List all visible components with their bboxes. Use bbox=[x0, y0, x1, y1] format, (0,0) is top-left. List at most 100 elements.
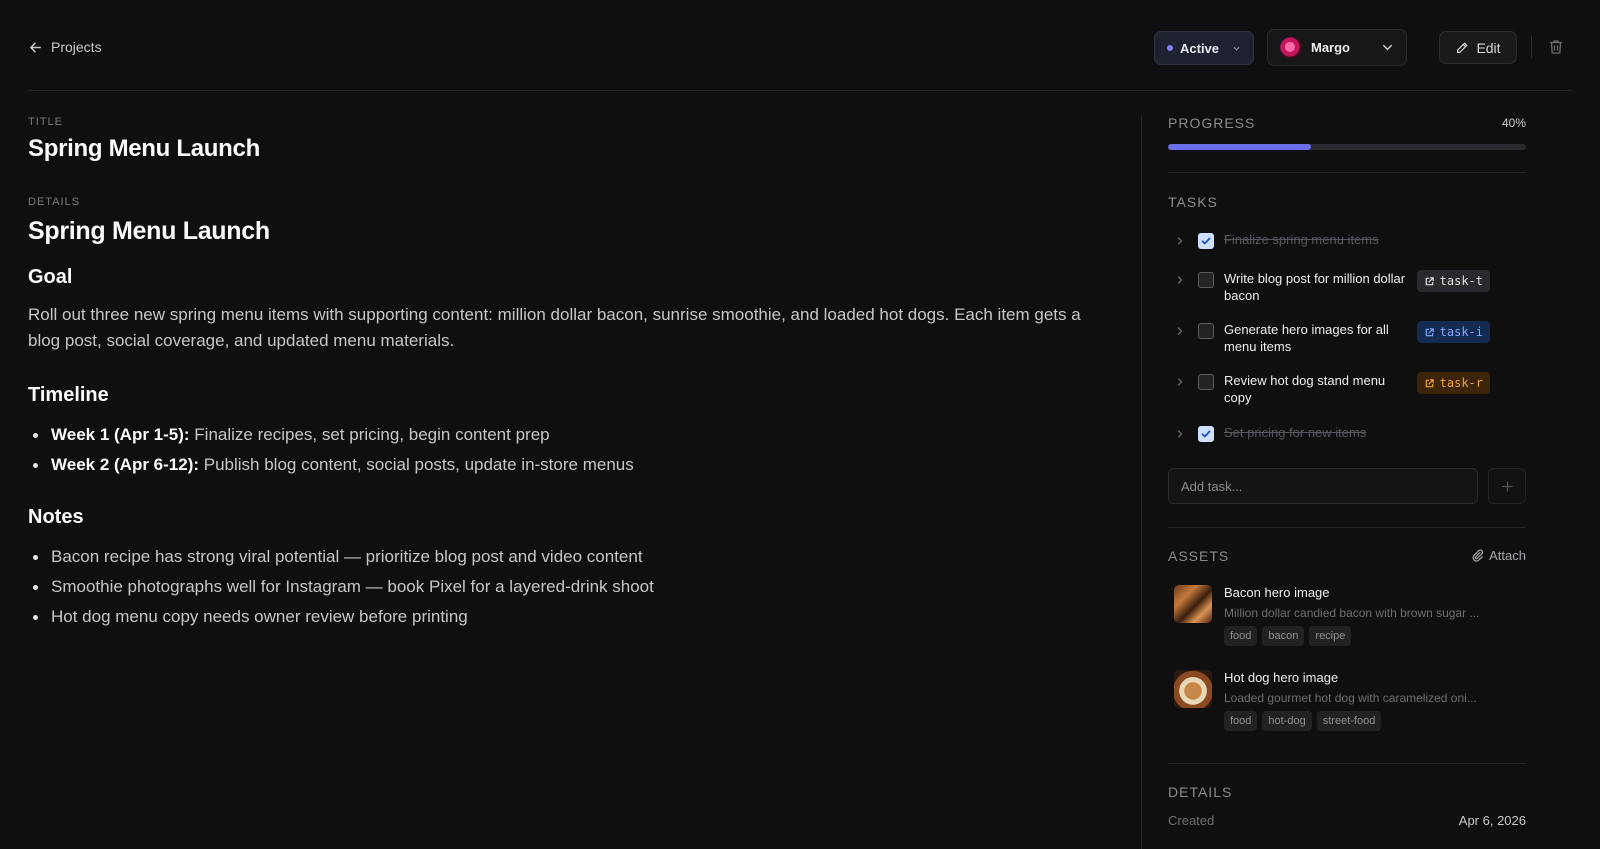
assignee-dropdown[interactable]: Margo bbox=[1267, 29, 1407, 66]
assets-label: ASSETS bbox=[1168, 548, 1230, 564]
asset-tag: food bbox=[1224, 711, 1258, 731]
section-divider bbox=[1168, 763, 1526, 764]
task-title[interactable]: Generate hero images for all menu items bbox=[1224, 321, 1412, 355]
status-dropdown[interactable]: Active bbox=[1154, 31, 1254, 65]
avatar bbox=[1280, 36, 1302, 59]
task-checkbox[interactable] bbox=[1198, 272, 1214, 288]
check-icon bbox=[1201, 430, 1211, 438]
asset-name: Bacon hero image bbox=[1224, 585, 1330, 600]
created-value: Apr 6, 2026 bbox=[1458, 813, 1526, 828]
task-checkbox[interactable] bbox=[1198, 233, 1214, 249]
task-tag-label: task-i bbox=[1439, 325, 1483, 339]
asset-item[interactable]: Hot dog hero image Loaded gourmet hot do… bbox=[1174, 670, 1526, 731]
notes-list: Bacon recipe has strong viral potential … bbox=[28, 542, 1108, 632]
goal-text: Roll out three new spring menu items wit… bbox=[28, 305, 1081, 350]
task-row: Review hot dog stand menu copy task-r bbox=[1168, 372, 1526, 406]
asset-tag: bacon bbox=[1262, 626, 1305, 646]
attach-label: Attach bbox=[1489, 548, 1526, 563]
task-row: Generate hero images for all menu items … bbox=[1168, 321, 1526, 355]
section-divider bbox=[1168, 172, 1526, 173]
chevron-down-icon bbox=[1383, 44, 1392, 51]
back-to-projects-link[interactable]: Projects bbox=[28, 36, 102, 58]
task-link-tag[interactable]: task-i bbox=[1416, 321, 1490, 343]
assignee-name: Margo bbox=[1311, 40, 1350, 55]
list-item: Smoothie photographs well for Instagram … bbox=[28, 572, 1108, 602]
task-title[interactable]: Write blog post for million dollar bacon bbox=[1224, 270, 1412, 304]
list-item: Hot dog menu copy needs owner review bef… bbox=[28, 602, 1108, 632]
timeline-week-label: Week 1 (Apr 1-5): bbox=[51, 425, 190, 444]
asset-thumbnail bbox=[1174, 670, 1212, 708]
external-link-icon bbox=[1425, 378, 1434, 387]
task-title[interactable]: Review hot dog stand menu copy bbox=[1224, 372, 1412, 406]
task-checkbox[interactable] bbox=[1198, 374, 1214, 390]
add-task-input[interactable] bbox=[1168, 468, 1478, 504]
attach-button[interactable]: Attach bbox=[1471, 548, 1526, 563]
task-tag-label: task-t bbox=[1439, 274, 1483, 288]
status-dot bbox=[1167, 45, 1173, 51]
timeline-list: Week 1 (Apr 1-5): Finalize recipes, set … bbox=[28, 420, 1108, 480]
chevron-right-icon[interactable] bbox=[1174, 235, 1186, 247]
plus-icon bbox=[1501, 480, 1513, 492]
chevron-right-icon[interactable] bbox=[1174, 325, 1186, 337]
external-link-icon bbox=[1425, 327, 1434, 336]
task-checkbox[interactable] bbox=[1198, 323, 1214, 339]
edit-button-label: Edit bbox=[1476, 39, 1501, 56]
task-title[interactable]: Set pricing for new items bbox=[1224, 424, 1412, 441]
asset-description: Million dollar candied bacon with brown … bbox=[1224, 606, 1480, 620]
edit-button[interactable]: Edit bbox=[1439, 31, 1517, 64]
task-tag-label: task-r bbox=[1439, 376, 1483, 390]
tasks-label: TASKS bbox=[1168, 194, 1218, 210]
delete-button[interactable] bbox=[1547, 38, 1565, 56]
top-bar: Projects Active Margo Edit bbox=[28, 0, 1572, 91]
sidebar-details-label: DETAILS bbox=[1168, 784, 1233, 800]
chevron-right-icon[interactable] bbox=[1174, 376, 1186, 388]
list-item: Bacon recipe has strong viral potential … bbox=[28, 542, 1108, 572]
asset-tag: hot-dog bbox=[1262, 711, 1312, 731]
external-link-icon bbox=[1425, 276, 1434, 285]
task-row: Write blog post for million dollar bacon… bbox=[1168, 270, 1526, 304]
chevron-right-icon[interactable] bbox=[1174, 274, 1186, 286]
asset-item[interactable]: Bacon hero image Million dollar candied … bbox=[1174, 585, 1526, 646]
task-link-tag[interactable]: task-t bbox=[1416, 270, 1490, 292]
asset-thumbnail bbox=[1174, 585, 1212, 623]
trash-icon bbox=[1550, 40, 1562, 54]
list-item: Week 1 (Apr 1-5): Finalize recipes, set … bbox=[28, 420, 1108, 450]
progress-value: 40% bbox=[1501, 116, 1526, 130]
asset-name: Hot dog hero image bbox=[1224, 670, 1339, 685]
add-task-button[interactable] bbox=[1488, 468, 1526, 504]
goal-heading: Goal bbox=[28, 266, 73, 288]
task-row: Finalize spring menu items bbox=[1168, 231, 1526, 249]
asset-tag: street-food bbox=[1316, 711, 1382, 731]
paperclip-icon bbox=[1472, 549, 1484, 562]
title-label: TITLE bbox=[28, 116, 63, 128]
panel-divider bbox=[1141, 115, 1142, 849]
created-label: Created bbox=[1168, 813, 1215, 828]
chevron-right-icon[interactable] bbox=[1174, 428, 1186, 440]
progress-bar bbox=[1168, 144, 1526, 150]
toolbar-divider bbox=[1531, 36, 1532, 58]
timeline-week-label: Week 2 (Apr 6-12): bbox=[51, 455, 200, 474]
status-label: Active bbox=[1180, 40, 1220, 56]
timeline-week-text: Finalize recipes, set pricing, begin con… bbox=[194, 425, 550, 444]
notes-heading: Notes bbox=[28, 506, 84, 528]
task-row: Set pricing for new items bbox=[1168, 424, 1526, 442]
asset-tag: food bbox=[1224, 626, 1258, 646]
progress-bar-fill bbox=[1168, 144, 1312, 150]
asset-description: Loaded gourmet hot dog with caramelized … bbox=[1224, 691, 1477, 705]
details-document[interactable]: Spring Menu Launch Goal Roll out three n… bbox=[28, 217, 1108, 658]
task-link-tag[interactable]: task-r bbox=[1416, 372, 1490, 394]
back-link-label: Projects bbox=[51, 39, 102, 55]
progress-label: PROGRESS bbox=[1168, 115, 1256, 131]
section-divider bbox=[1168, 527, 1526, 528]
arrow-left-icon bbox=[30, 42, 41, 52]
details-label: DETAILS bbox=[28, 196, 81, 208]
task-title[interactable]: Finalize spring menu items bbox=[1224, 231, 1412, 248]
chevron-down-icon bbox=[1233, 46, 1240, 51]
list-item: Week 2 (Apr 6-12): Publish blog content,… bbox=[28, 450, 1108, 480]
asset-tag: recipe bbox=[1309, 626, 1352, 646]
timeline-heading: Timeline bbox=[28, 384, 109, 406]
timeline-week-text: Publish blog content, social posts, upda… bbox=[203, 455, 634, 474]
page-title[interactable]: Spring Menu Launch bbox=[28, 135, 260, 163]
check-icon bbox=[1201, 237, 1211, 245]
task-checkbox[interactable] bbox=[1198, 426, 1214, 442]
